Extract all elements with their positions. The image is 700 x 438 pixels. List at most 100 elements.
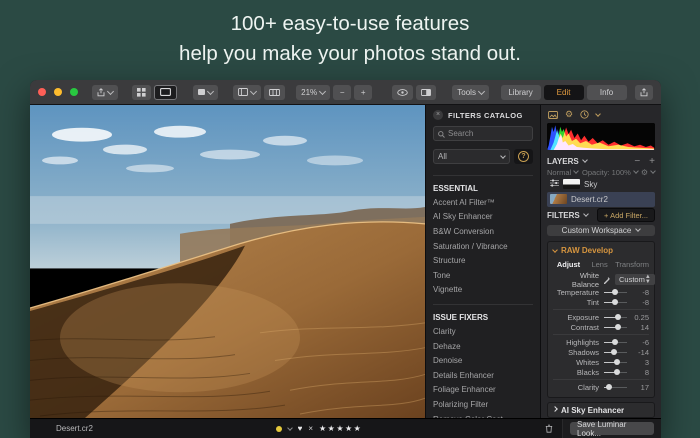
slider-handle[interactable] (612, 339, 618, 345)
slider-rows: Temperature -8 Tint -8 (553, 287, 649, 307)
slider-track[interactable] (604, 342, 627, 343)
history-icon[interactable] (580, 110, 589, 119)
thumbnail-size-button[interactable] (193, 85, 218, 100)
raw-develop-tab[interactable]: Transform (615, 258, 649, 271)
slider-track[interactable] (604, 352, 627, 353)
slider-track[interactable] (604, 387, 627, 388)
eyedropper-icon[interactable] (603, 271, 611, 289)
star-rating[interactable]: ★★★★★ (319, 424, 362, 433)
add-filter-button[interactable]: + Add Filter... (597, 208, 655, 222)
slider-value: -8 (632, 298, 649, 307)
window-minimize-button[interactable] (54, 88, 62, 96)
window-close-button[interactable] (38, 88, 46, 96)
catalog-filter-item[interactable]: Dehaze (433, 339, 533, 354)
single-view-button[interactable] (154, 85, 177, 100)
catalog-help-button[interactable]: ? (514, 149, 533, 164)
catalog-filter-item[interactable]: Denoise (433, 353, 533, 368)
adjustments-icon (550, 179, 559, 189)
raw-develop-tab[interactable]: Adjust (553, 258, 584, 271)
tools-menu-button[interactable]: Tools (452, 85, 489, 100)
slider-handle[interactable] (606, 384, 612, 390)
catalog-filter-item[interactable]: Saturation / Vibrance (433, 239, 533, 254)
window-fullscreen-button[interactable] (70, 88, 78, 96)
slider-rows: Exposure 0.25 Contrast 14 (553, 312, 649, 332)
grid-view-button[interactable] (132, 85, 151, 100)
mode-tab[interactable]: Library (501, 85, 541, 100)
catalog-filter-item[interactable]: Foliage Enhancer (433, 383, 533, 398)
catalog-filter-item[interactable]: Tone (433, 268, 533, 283)
catalog-filter-item[interactable]: Details Enhancer (433, 368, 533, 383)
mode-tab[interactable]: Info (587, 85, 627, 100)
catalog-filter-dropdown[interactable]: All (433, 149, 510, 164)
mode-tab[interactable]: Edit (544, 85, 584, 100)
slider-label: Temperature (553, 288, 599, 297)
favorite-heart-icon[interactable]: ♥ (298, 424, 303, 433)
catalog-filter-item[interactable]: Vignette (433, 283, 533, 298)
layers-list: Sky Desert.cr2 (547, 177, 655, 207)
catalog-filter-item[interactable]: Structure (433, 253, 533, 268)
slider-label: Clarity (553, 383, 599, 392)
slider-track[interactable] (604, 292, 627, 293)
raw-develop-header[interactable]: RAW Develop (553, 245, 649, 256)
photo-canvas[interactable] (30, 105, 425, 418)
gear-icon[interactable]: ⚙ (565, 109, 573, 120)
add-layer-button[interactable]: + (649, 156, 655, 167)
quick-preview-button[interactable] (392, 85, 413, 100)
slider-track[interactable] (604, 317, 627, 318)
blend-mode-dropdown[interactable]: Normal (547, 168, 571, 177)
slider-track[interactable] (604, 327, 627, 328)
toolbar: 21% − + Tools Library Edit (30, 80, 661, 105)
slider-track[interactable] (604, 362, 627, 363)
slider-handle[interactable] (612, 289, 618, 295)
zoom-out-button[interactable]: − (333, 85, 351, 100)
side-panels-button[interactable] (233, 85, 261, 100)
catalog-filter-item[interactable]: Polarizing Filter (433, 397, 533, 412)
trash-button[interactable] (545, 424, 553, 433)
catalog-filter-item[interactable]: Clarity (433, 324, 533, 339)
image-info-icon[interactable] (548, 111, 558, 119)
catalog-filter-item[interactable]: Accent AI Filter™ (433, 195, 533, 210)
catalog-filter-item[interactable]: B&W Conversion (433, 224, 533, 239)
layer-row[interactable]: Sky (547, 177, 655, 192)
slider-handle[interactable] (614, 359, 620, 365)
catalog-sections: ESSENTIAL Accent AI Filter™ AI Sky Enhan… (433, 168, 533, 418)
zoom-level-dropdown[interactable]: 21% (296, 85, 330, 100)
filmstrip-button[interactable] (264, 85, 285, 100)
slider-handle[interactable] (615, 324, 621, 330)
layer-settings-gear-icon[interactable]: ⚙ (641, 168, 648, 177)
zoom-level-value: 21% (301, 88, 317, 97)
slider-track[interactable] (604, 302, 627, 303)
chevron-down-icon (249, 87, 256, 94)
catalog-filter-item[interactable]: AI Sky Enhancer (433, 210, 533, 225)
main-area: × FILTERS CATALOG All ? (30, 105, 661, 418)
share-button[interactable] (635, 85, 653, 100)
close-catalog-icon[interactable]: × (433, 110, 443, 120)
layer-row[interactable]: Desert.cr2 (547, 192, 655, 207)
search-input[interactable] (448, 129, 528, 138)
slider-label: Exposure (553, 313, 599, 322)
white-balance-dropdown[interactable]: Custom ▲▼ (615, 274, 655, 285)
slider-rows: Highlights -6 Shadows -14 (553, 337, 649, 377)
slider-track[interactable] (604, 372, 627, 373)
chevron-down-icon (635, 226, 641, 232)
catalog-filter-value: All (438, 152, 447, 161)
raw-develop-tab[interactable]: Lens (584, 258, 615, 271)
slider-handle[interactable] (614, 369, 620, 375)
slider-handle[interactable] (611, 349, 617, 355)
reject-icon[interactable]: × (308, 424, 313, 433)
filters-search-field[interactable] (433, 126, 533, 141)
remove-layer-button[interactable]: − (634, 156, 640, 167)
export-button[interactable] (92, 85, 118, 100)
opacity-dropdown[interactable]: Opacity: 100% (582, 168, 631, 177)
zoom-in-button[interactable]: + (354, 85, 372, 100)
compare-button[interactable] (416, 85, 436, 100)
workspace-dropdown[interactable]: Custom Workspace (547, 225, 655, 236)
slider-handle[interactable] (612, 299, 618, 305)
save-luminar-look-button[interactable]: Save Luminar Look... (570, 422, 654, 435)
slider-handle[interactable] (615, 314, 621, 320)
color-label-dot[interactable] (276, 426, 282, 432)
filter-slider-row: Shadows -14 (553, 347, 649, 357)
chevron-down-icon (478, 87, 485, 94)
filter-slider-row: Clarity 17 (553, 382, 649, 392)
ai-sky-enhancer-header[interactable]: AI Sky Enhancer (547, 402, 655, 418)
